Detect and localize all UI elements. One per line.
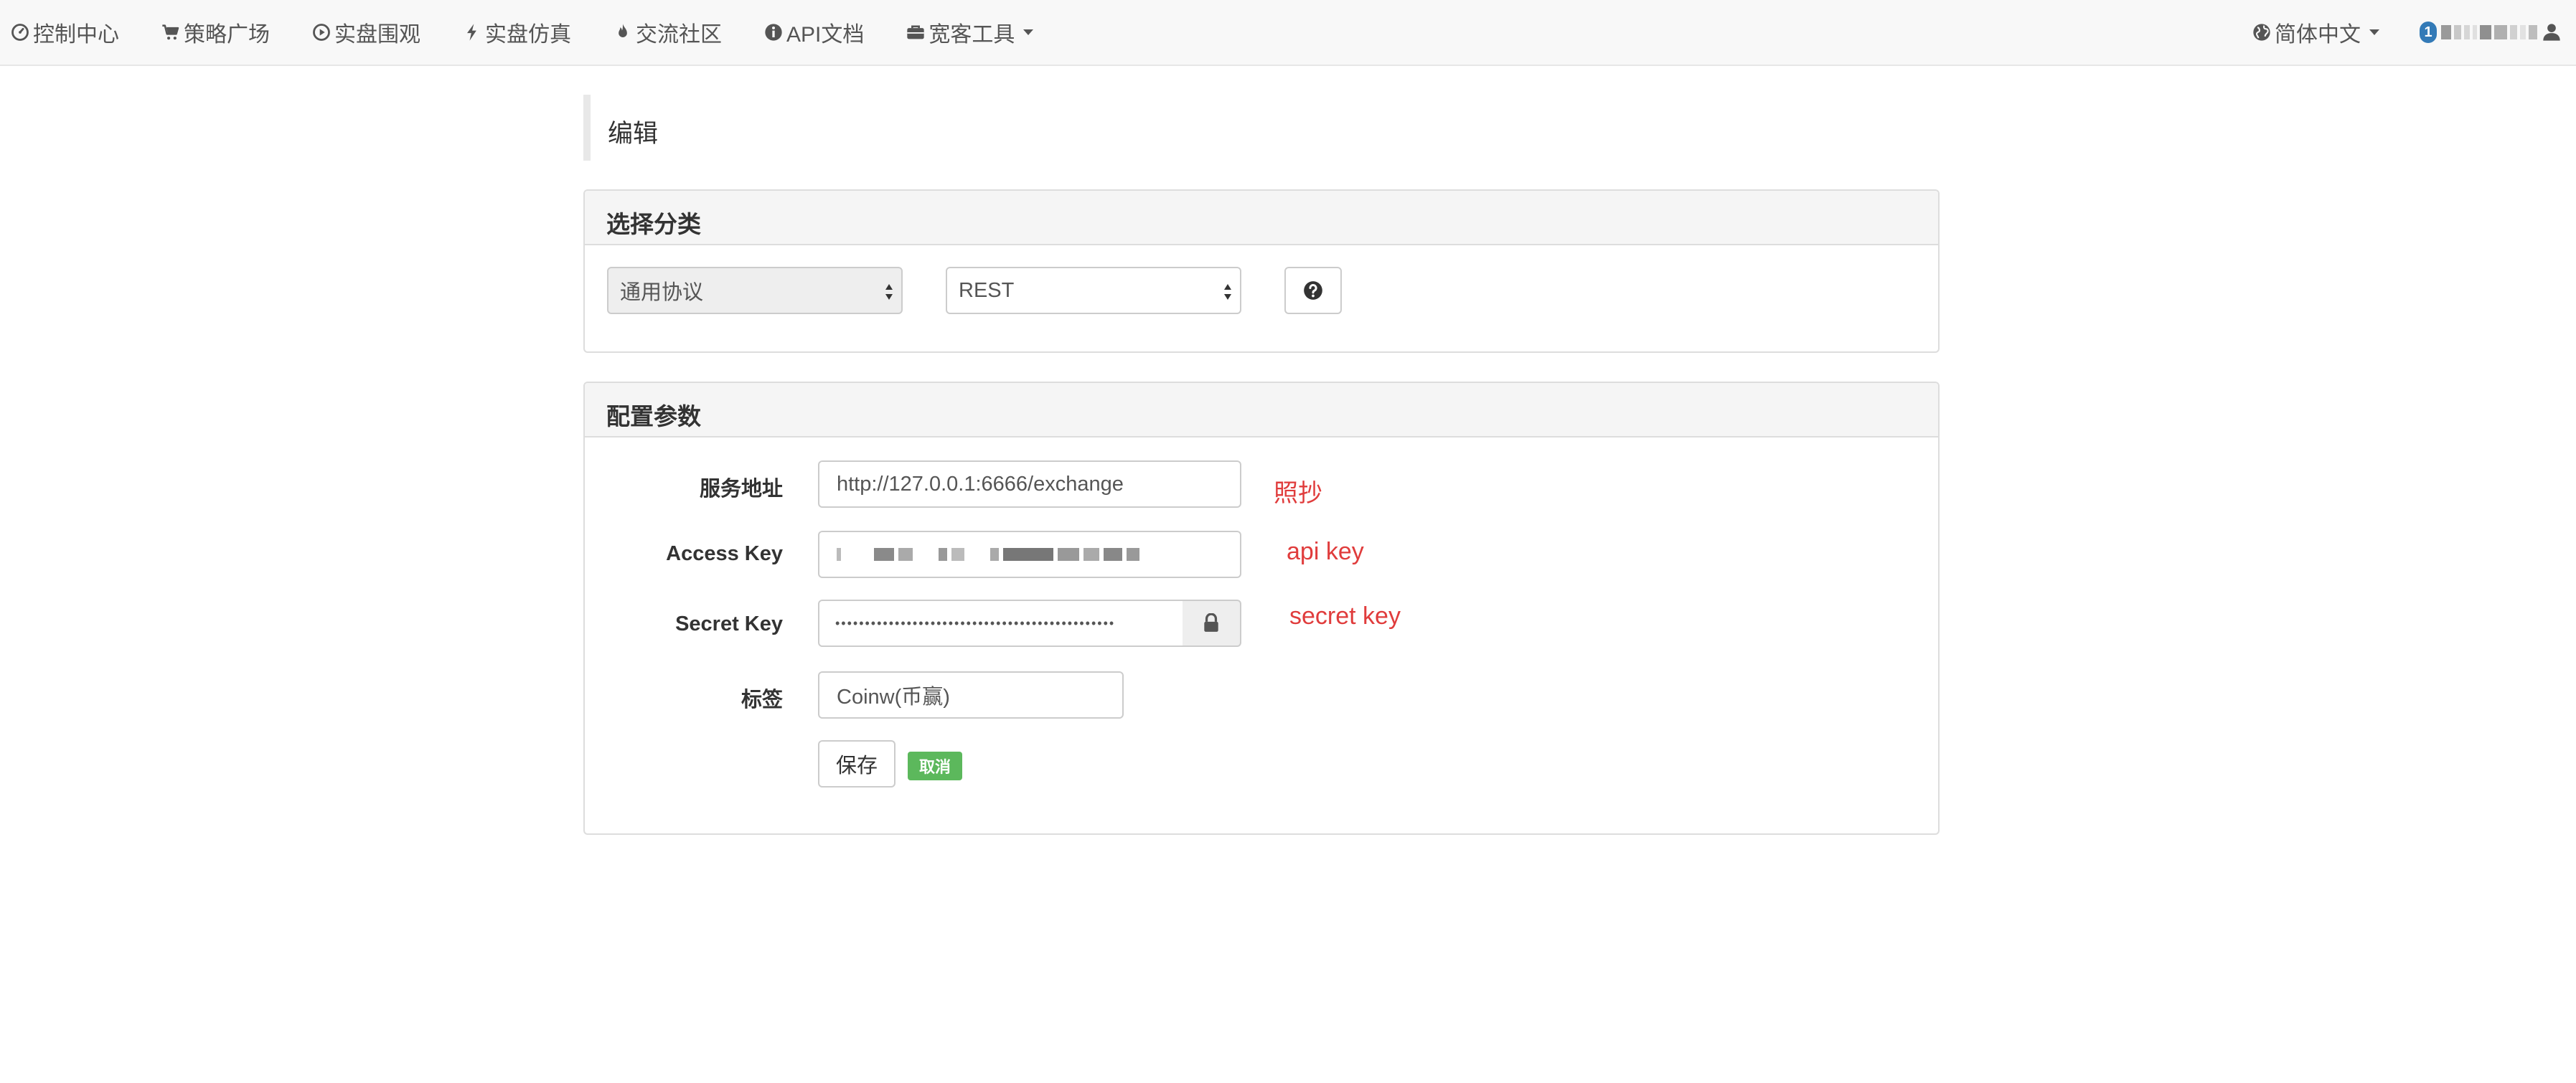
nav-strategy-square[interactable]: 策略广场	[161, 16, 270, 48]
secret-key-input[interactable]: ••••••••••••••••••••••••••••••••••••••••…	[818, 600, 1184, 647]
language-selector[interactable]: 简体中文	[2252, 16, 2379, 48]
type-select[interactable]: REST	[946, 267, 1241, 314]
protocol-select[interactable]: 通用协议	[607, 267, 903, 314]
service-address-annotation: 照抄	[1274, 480, 1322, 507]
type-select-value: REST	[959, 278, 1015, 302]
question-circle-icon	[1304, 281, 1322, 300]
help-button[interactable]	[1284, 267, 1342, 314]
secret-key-group: ••••••••••••••••••••••••••••••••••••••••…	[818, 600, 1241, 647]
save-button[interactable]: 保存	[818, 740, 896, 788]
config-panel-heading: 配置参数	[585, 383, 1938, 438]
access-key-input[interactable]	[818, 531, 1241, 578]
page-title: 编辑	[608, 120, 659, 148]
tag-label: 标签	[741, 689, 783, 711]
nav-user-area: 简体中文 1	[2252, 0, 2565, 65]
globe-icon	[2253, 24, 2270, 41]
secret-key-toggle[interactable]	[1183, 600, 1241, 647]
nav-quant-tools[interactable]: 宽客工具	[906, 16, 1034, 48]
category-panel: 选择分类 通用协议 REST	[583, 189, 1940, 353]
protocol-select-value: 通用协议	[620, 281, 704, 304]
cart-icon	[162, 24, 179, 40]
select-arrows-icon	[1224, 284, 1231, 300]
fire-icon	[619, 24, 627, 37]
play-circle-icon	[313, 24, 330, 41]
config-panel-title: 配置参数	[606, 403, 701, 430]
top-navbar: 控制中心 策略广场 实盘围观 实盘仿真 交流社区 API文档 宽客工具 简体中文…	[0, 0, 2576, 66]
chevron-down-icon	[1023, 29, 1034, 35]
access-key-label: Access Key	[666, 542, 783, 565]
access-key-redacted	[837, 548, 1139, 561]
nav-community-label: 交流社区	[636, 23, 722, 47]
nav-quant-tools-label: 宽客工具	[929, 23, 1015, 47]
service-address-label: 服务地址	[699, 478, 783, 501]
service-address-value: http://127.0.0.1:6666/exchange	[837, 472, 1124, 496]
nav-community[interactable]: 交流社区	[613, 16, 722, 48]
nav-live-watch-label: 实盘围观	[334, 23, 420, 47]
nav-api-docs-label: API文档	[786, 23, 865, 47]
nav-menu: 控制中心 策略广场 实盘围观 实盘仿真 交流社区 API文档 宽客工具	[10, 0, 1075, 65]
cancel-button[interactable]: 取消	[908, 752, 962, 780]
user-menu[interactable]: 1	[2420, 22, 2565, 43]
page-header: 编辑	[583, 95, 1940, 161]
secret-key-value: ••••••••••••••••••••••••••••••••••••••••…	[835, 615, 1116, 630]
nav-simulation-label: 实盘仿真	[485, 23, 571, 47]
tag-input[interactable]: Coinw(币赢)	[818, 671, 1124, 719]
select-arrows-icon	[885, 284, 893, 300]
notification-badge: 1	[2420, 22, 2437, 43]
user-icon	[2543, 24, 2560, 41]
nav-strategy-square-label: 策略广场	[184, 23, 270, 47]
category-panel-heading: 选择分类	[585, 191, 1938, 245]
language-label: 简体中文	[2275, 23, 2361, 47]
nav-simulation[interactable]: 实盘仿真	[462, 16, 571, 48]
nav-dashboard[interactable]: 控制中心	[10, 16, 119, 48]
tag-value: Coinw(币赢)	[837, 686, 950, 709]
bolt-icon	[467, 24, 476, 41]
config-panel: 配置参数 服务地址 http://127.0.0.1:6666/exchange…	[583, 382, 1940, 835]
secret-key-label: Secret Key	[675, 613, 783, 635]
info-circle-icon	[765, 24, 782, 41]
nav-dashboard-label: 控制中心	[33, 23, 119, 47]
username-redacted	[2441, 25, 2537, 39]
dashboard-icon	[11, 24, 29, 41]
briefcase-icon	[907, 25, 925, 39]
category-panel-title: 选择分类	[606, 211, 701, 237]
nav-api-docs[interactable]: API文档	[763, 16, 864, 48]
secret-key-annotation: secret key	[1289, 602, 1401, 630]
nav-live-watch[interactable]: 实盘围观	[311, 16, 420, 48]
chevron-down-icon	[2369, 29, 2379, 35]
access-key-annotation: api key	[1287, 538, 1364, 565]
service-address-input[interactable]: http://127.0.0.1:6666/exchange	[818, 460, 1241, 508]
lock-icon	[1204, 613, 1218, 632]
